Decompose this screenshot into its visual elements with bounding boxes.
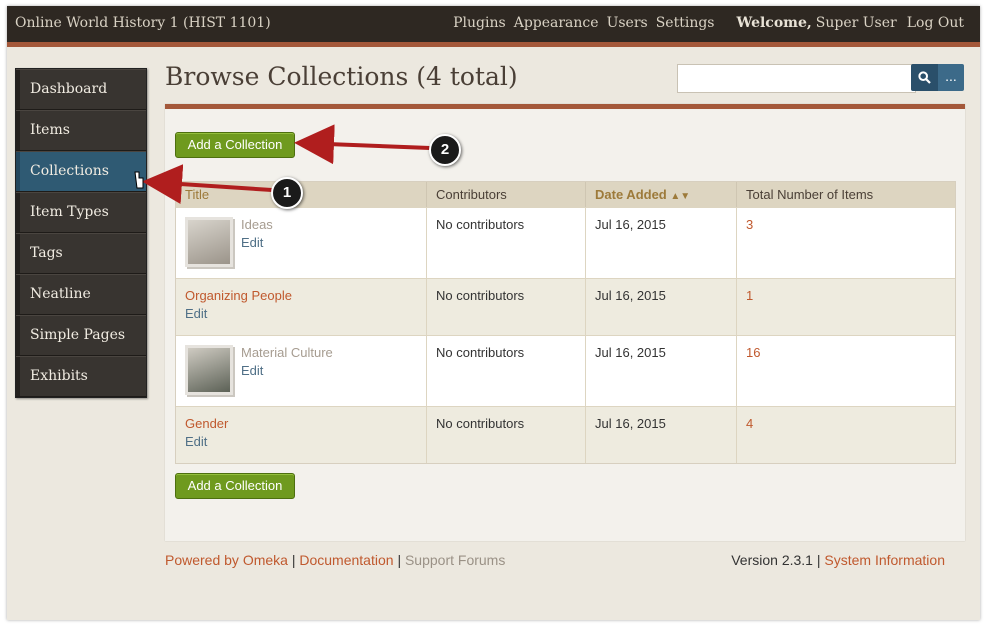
sidebar-item-collections[interactable]: Collections	[16, 151, 146, 192]
user-name-link[interactable]: Super User	[816, 15, 897, 31]
footer-separator: |	[291, 552, 296, 568]
sidebar-item-item-types[interactable]: Item Types	[16, 192, 146, 233]
app-window: Online World History 1 (HIST 1101) Plugi…	[7, 6, 980, 620]
contributors-cell: No contributors	[427, 208, 586, 278]
powered-by-link[interactable]: Powered by Omeka	[165, 552, 288, 568]
collection-thumbnail[interactable]	[185, 217, 233, 267]
collection-title-link[interactable]: Organizing People	[185, 288, 417, 303]
add-collection-button-top[interactable]: Add a Collection	[175, 132, 295, 158]
footer-separator: |	[397, 552, 402, 568]
sidebar-item-exhibits[interactable]: Exhibits	[16, 356, 146, 397]
title-cell: Gender Edit	[176, 407, 427, 463]
edit-link[interactable]: Edit	[185, 434, 417, 449]
title-cell: Material Culture Edit	[176, 336, 427, 406]
sidebar-item-simple-pages[interactable]: Simple Pages	[16, 315, 146, 356]
page-title: Browse Collections (4 total)	[165, 62, 518, 91]
footer-separator: |	[816, 552, 821, 568]
title-cell: Organizing People Edit	[176, 279, 427, 335]
contributors-cell: No contributors	[427, 279, 586, 335]
system-info-link[interactable]: System Information	[824, 552, 945, 568]
add-collection-button-bottom[interactable]: Add a Collection	[175, 473, 295, 499]
column-header-total-items: Total Number of Items	[746, 187, 874, 202]
date-cell: Jul 16, 2015	[586, 407, 737, 463]
nav-settings[interactable]: Settings	[656, 15, 715, 31]
item-count-link[interactable]: 16	[746, 345, 760, 360]
nav-plugins[interactable]: Plugins	[453, 15, 506, 31]
search-button[interactable]	[911, 64, 938, 91]
contributors-cell: No contributors	[427, 407, 586, 463]
content-panel: Add a Collection Title Contributors Date…	[165, 104, 965, 541]
table-row: Organizing People Edit No contributors J…	[176, 278, 955, 335]
top-bar: Online World History 1 (HIST 1101) Plugi…	[7, 6, 980, 47]
sidebar-item-tags[interactable]: Tags	[16, 233, 146, 274]
date-added-label: Date Added	[595, 187, 667, 202]
sidebar-item-neatline[interactable]: Neatline	[16, 274, 146, 315]
count-cell: 1	[737, 279, 955, 335]
search-input[interactable]	[677, 64, 916, 93]
nav-users[interactable]: Users	[607, 15, 648, 31]
top-nav: Plugins Appearance Users Settings Welcom…	[445, 15, 964, 31]
site-title[interactable]: Online World History 1 (HIST 1101)	[15, 15, 271, 31]
title-cell: Ideas Edit	[176, 208, 427, 278]
column-header-contributors: Contributors	[427, 182, 586, 207]
footer-version: Version 2.3.1 | System Information	[731, 552, 945, 568]
table-row: Ideas Edit No contributors Jul 16, 2015 …	[176, 207, 955, 278]
count-cell: 16	[737, 336, 955, 406]
nav-appearance[interactable]: Appearance	[514, 15, 599, 31]
welcome-label: Welcome,	[736, 15, 812, 31]
date-cell: Jul 16, 2015	[586, 336, 737, 406]
logout-link[interactable]: Log Out	[907, 15, 964, 31]
item-count-link[interactable]: 4	[746, 416, 753, 431]
support-forums-link[interactable]: Support Forums	[405, 552, 505, 568]
sort-icon: ▲▼	[670, 191, 691, 202]
sidebar-item-items[interactable]: Items	[16, 110, 146, 151]
column-header-date-added[interactable]: Date Added ▲▼	[586, 182, 737, 207]
collections-table: Title Contributors Date Added ▲▼ Total N…	[175, 181, 956, 464]
edit-link[interactable]: Edit	[185, 306, 417, 321]
date-cell: Jul 16, 2015	[586, 279, 737, 335]
callout-1: 1	[271, 177, 303, 209]
collection-title-link[interactable]: Gender	[185, 416, 417, 431]
contributors-cell: No contributors	[427, 336, 586, 406]
search-icon	[918, 71, 931, 84]
count-cell: 3	[737, 208, 955, 278]
table-row: Material Culture Edit No contributors Ju…	[176, 335, 955, 406]
date-cell: Jul 16, 2015	[586, 208, 737, 278]
documentation-link[interactable]: Documentation	[299, 552, 393, 568]
footer-links: Powered by Omeka | Documentation | Suppo…	[165, 552, 505, 568]
collection-thumbnail[interactable]	[185, 345, 233, 395]
callout-2: 2	[429, 134, 461, 166]
sidebar-item-dashboard[interactable]: Dashboard	[16, 69, 146, 110]
advanced-search-button[interactable]: ...	[938, 64, 964, 91]
version-label: Version 2.3.1	[731, 552, 813, 568]
sidebar: Dashboard Items Collections Item Types T…	[15, 68, 147, 398]
count-cell: 4	[737, 407, 955, 463]
table-row: Gender Edit No contributors Jul 16, 2015…	[176, 406, 955, 463]
item-count-link[interactable]: 3	[746, 217, 753, 232]
item-count-link[interactable]: 1	[746, 288, 753, 303]
